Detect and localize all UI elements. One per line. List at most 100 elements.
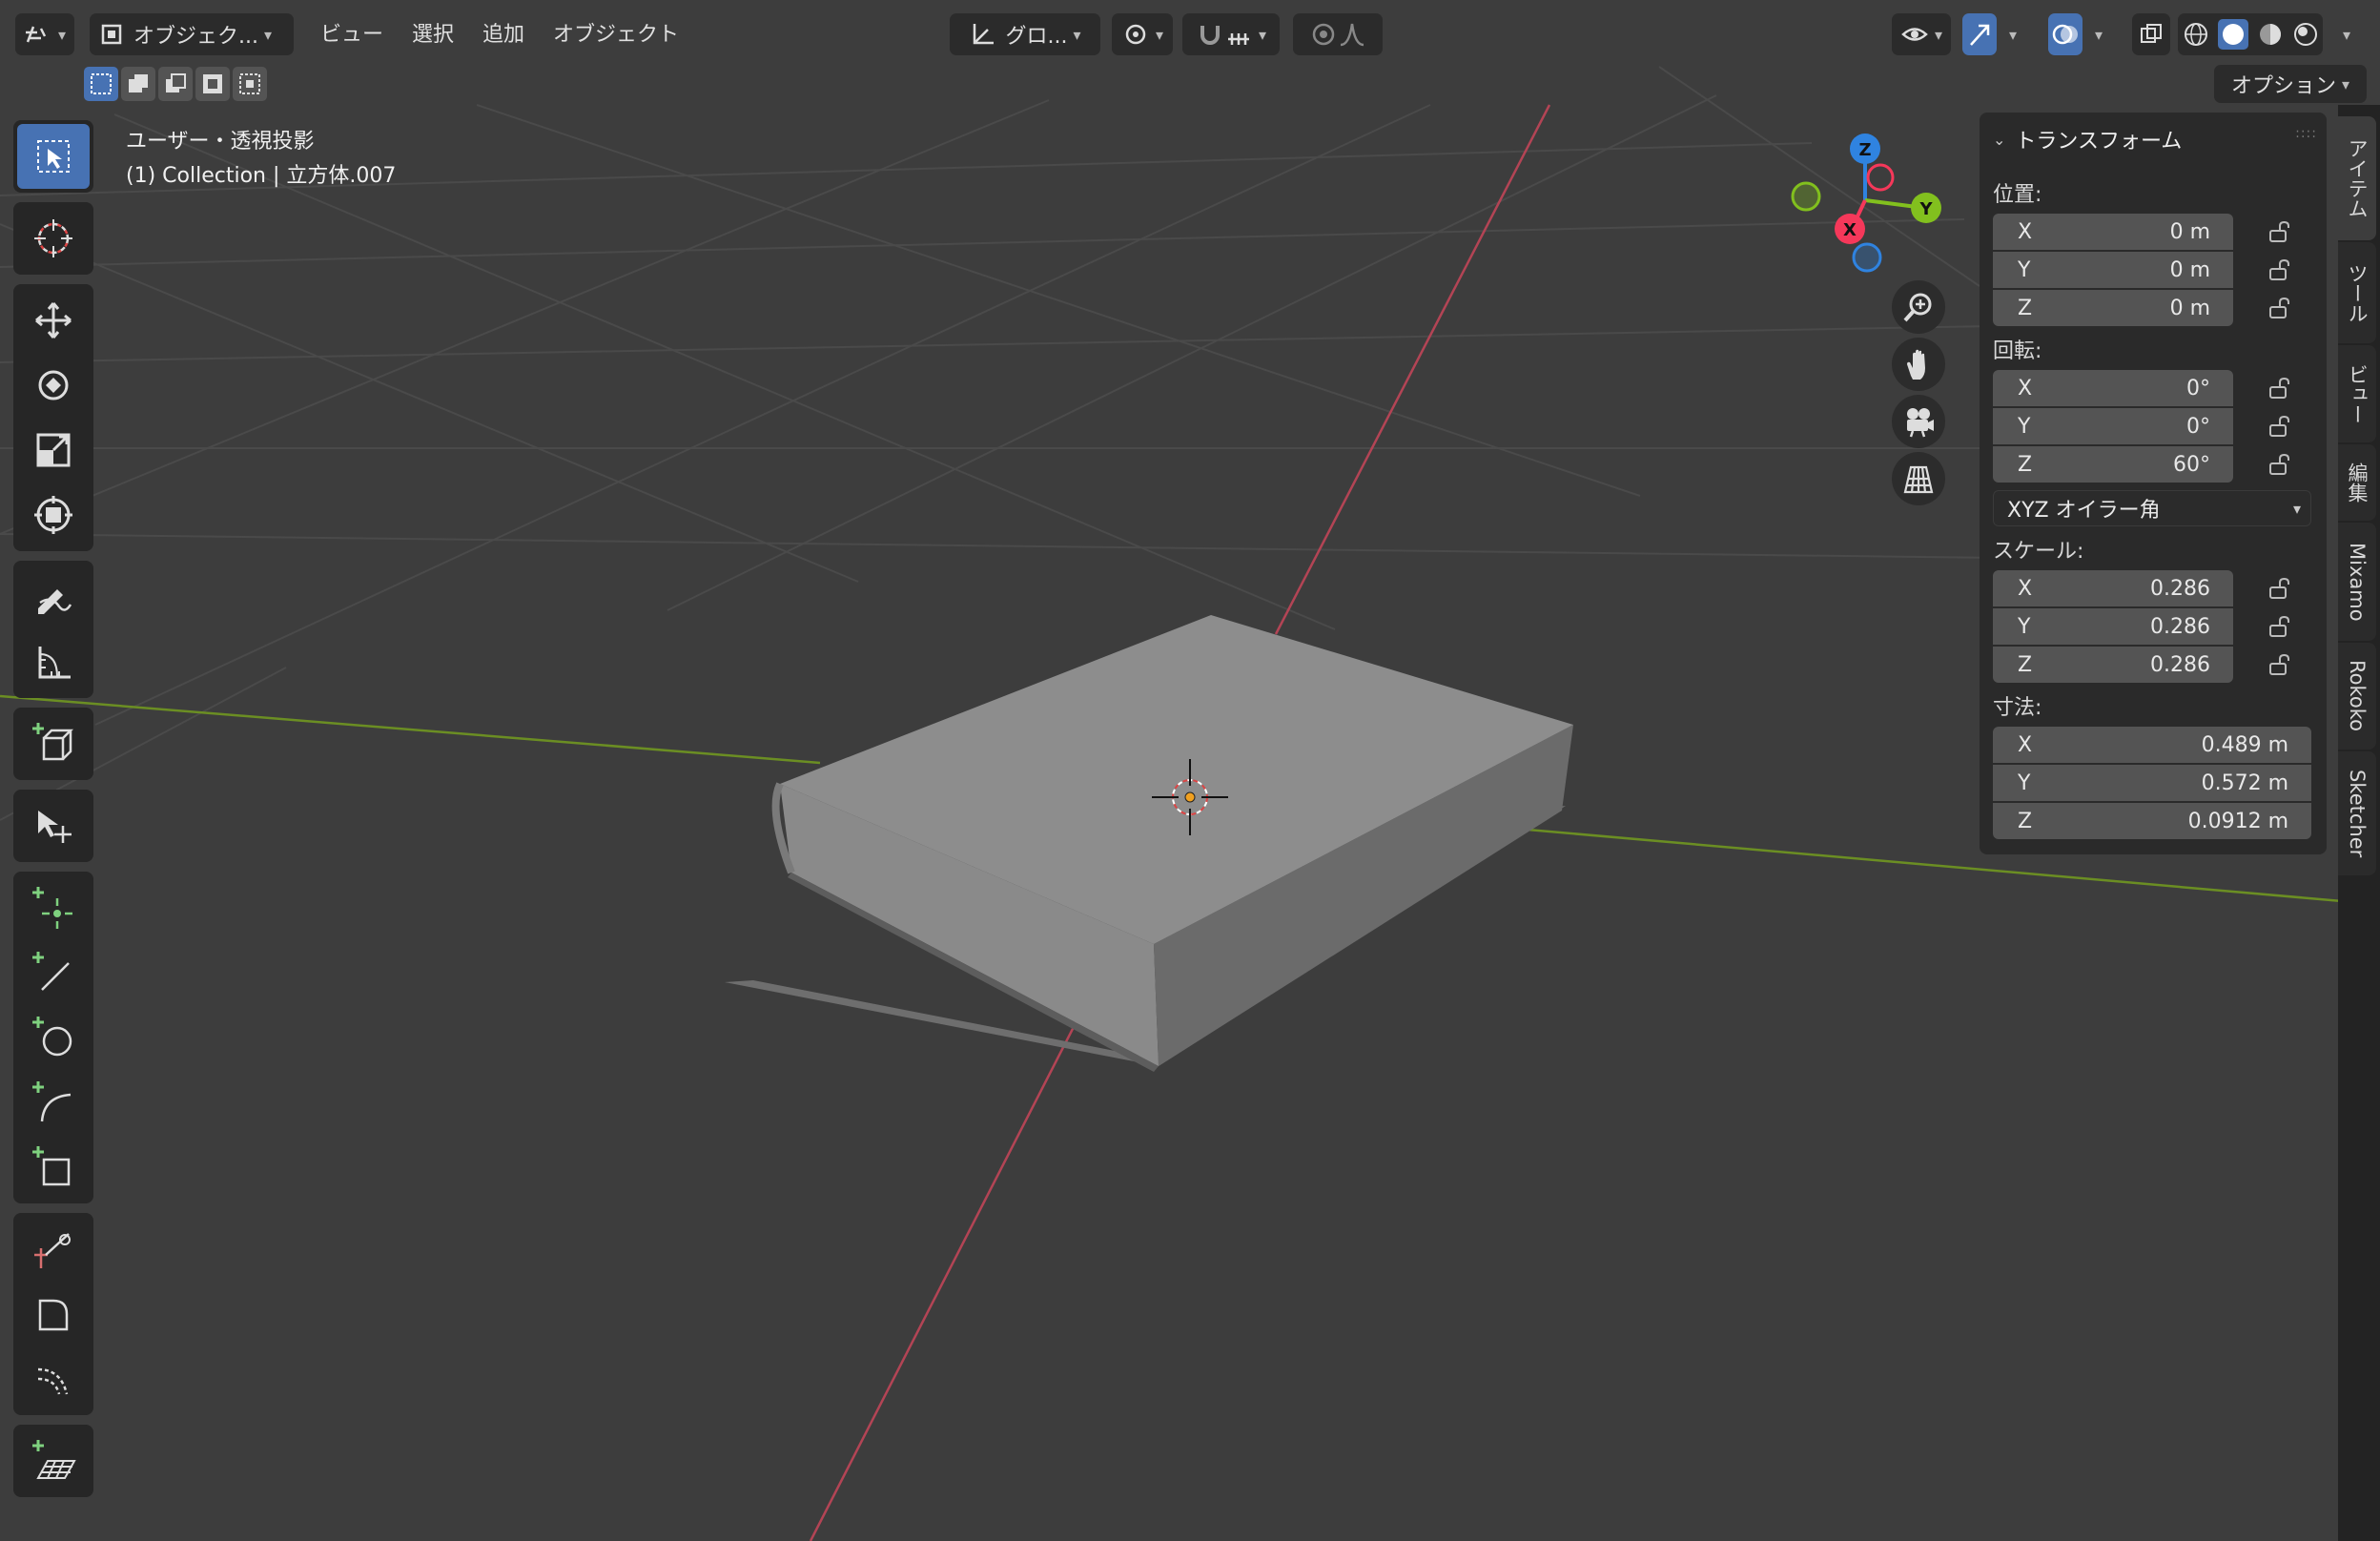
transform-panel-header[interactable]: ⌄ トランスフォーム: [1993, 124, 2182, 154]
add-arc-icon: [32, 1081, 72, 1122]
gizmo-z-label: Z: [1858, 140, 1871, 160]
rendered-shading-icon[interactable]: [2292, 21, 2319, 48]
collection-info: (1) Collection | 立方体.007: [126, 164, 397, 188]
pivot-icon: [1125, 24, 1146, 45]
tab-view[interactable]: ビュー: [2338, 345, 2376, 442]
location-y-field[interactable]: Y 0 m: [1993, 252, 2233, 288]
zoom-button[interactable]: [1892, 280, 1945, 334]
knife-tool[interactable]: [17, 1217, 90, 1282]
tab-sketcher[interactable]: Sketcher: [2338, 751, 2376, 875]
add-grid-tool[interactable]: [17, 1428, 90, 1493]
xray-toggle[interactable]: [2132, 13, 2170, 55]
options-dropdown[interactable]: オプション ▾: [2214, 65, 2367, 103]
perspective-toggle-button[interactable]: [1892, 452, 1945, 505]
measure-tool[interactable]: [17, 629, 90, 694]
pivot-point-dropdown[interactable]: ▾: [1112, 13, 1173, 55]
edit-tool-group: [13, 1213, 93, 1415]
proportional-editing-toggle[interactable]: [1293, 13, 1383, 55]
rotation-z-field[interactable]: Z 60°: [1993, 446, 2233, 483]
lock-scale-z-icon[interactable]: [2266, 650, 2294, 679]
add-vertex-tool[interactable]: [17, 875, 90, 940]
menu-view[interactable]: ビュー: [320, 17, 383, 48]
book-object[interactable]: [725, 615, 1573, 1072]
rotation-x-field[interactable]: X 0°: [1993, 370, 2233, 406]
dimensions-z-field[interactable]: Z 0.0912 m: [1993, 803, 2311, 839]
transform-orientation-dropdown[interactable]: グロ... ▾: [950, 13, 1100, 55]
scale-x-field[interactable]: X 0.286: [1993, 570, 2233, 606]
tab-item[interactable]: アイテム: [2338, 116, 2376, 240]
pan-button[interactable]: [1892, 338, 1945, 391]
lock-location-y-icon[interactable]: [2266, 256, 2294, 284]
chevron-down-icon[interactable]: ▾: [2332, 13, 2355, 55]
location-z-field[interactable]: Z 0 m: [1993, 290, 2233, 326]
add-plane-tool[interactable]: [17, 1135, 90, 1200]
rotation-mode-dropdown[interactable]: XYZ オイラー角 ▾: [1993, 490, 2311, 526]
mesh-tool-group: [13, 872, 93, 1203]
snapping-toggle[interactable]: ▾: [1182, 13, 1280, 55]
material-shading-icon[interactable]: [2257, 21, 2284, 48]
tab-rokoko[interactable]: Rokoko: [2338, 643, 2376, 750]
add-edge-tool[interactable]: [17, 940, 90, 1005]
gizmo-neg-z[interactable]: [1852, 242, 1882, 273]
overlays-toggle[interactable]: [2048, 13, 2082, 55]
tab-tool[interactable]: ツール: [2338, 242, 2376, 343]
dimensions-x-field[interactable]: X 0.489 m: [1993, 727, 2311, 763]
cursor-tool[interactable]: [17, 206, 90, 271]
add-cube-tool[interactable]: [17, 711, 90, 776]
menu-select[interactable]: 選択: [412, 17, 454, 48]
magnet-icon: [1200, 26, 1220, 45]
camera-view-button[interactable]: [1892, 395, 1945, 448]
mode-selector[interactable]: オブジェク... ▾: [90, 13, 294, 55]
location-x-field[interactable]: X 0 m: [1993, 214, 2233, 250]
select-new-mode-button[interactable]: [84, 67, 118, 101]
tab-edit[interactable]: 編集: [2338, 444, 2376, 521]
scale-y-field[interactable]: Y 0.286: [1993, 608, 2233, 645]
shear-tool[interactable]: [17, 1282, 90, 1346]
gizmo-neg-x[interactable]: [1866, 163, 1895, 192]
select-subtract-mode-button[interactable]: [158, 67, 193, 101]
lock-location-x-icon[interactable]: [2266, 217, 2294, 246]
axis-label: X: [2018, 732, 2033, 757]
lock-scale-x-icon[interactable]: [2266, 574, 2294, 603]
dimensions-y-field[interactable]: Y 0.572 m: [1993, 765, 2311, 801]
annotate-tool-group: [13, 561, 93, 698]
lock-rotation-y-icon[interactable]: [2266, 412, 2294, 441]
axis-label: X: [2018, 576, 2033, 601]
move-tool[interactable]: [17, 288, 90, 353]
menu-add[interactable]: 追加: [482, 17, 524, 48]
lock-scale-y-icon[interactable]: [2266, 612, 2294, 641]
add-circle-icon: [32, 1017, 72, 1057]
rotation-y-field[interactable]: Y 0°: [1993, 408, 2233, 444]
drag-handle-icon[interactable]: ::::: [2295, 126, 2317, 141]
annotate-tool[interactable]: [17, 565, 90, 629]
gizmo-toggle[interactable]: [1962, 13, 1997, 55]
scale-icon: [36, 433, 71, 467]
camera-icon: [1907, 408, 1934, 438]
lock-location-z-icon[interactable]: [2266, 294, 2294, 322]
solid-shading-icon[interactable]: [2217, 19, 2248, 50]
spin-tool[interactable]: [17, 1346, 90, 1411]
tab-mixamo[interactable]: Mixamo: [2338, 523, 2376, 641]
menu-object[interactable]: オブジェクト: [553, 17, 679, 48]
select-cursor-tool[interactable]: [17, 793, 90, 858]
rotate-tool[interactable]: [17, 353, 90, 418]
lock-rotation-z-icon[interactable]: [2266, 450, 2294, 479]
add-circle-tool[interactable]: [17, 1005, 90, 1070]
chevron-down-icon[interactable]: ▾: [2084, 13, 2107, 55]
scale-tool[interactable]: [17, 418, 90, 483]
visibility-dropdown[interactable]: ▾: [1892, 13, 1951, 55]
transform-tool[interactable]: [17, 483, 90, 547]
select-subtract-icon: [166, 73, 186, 92]
scale-z-field[interactable]: Z 0.286: [1993, 647, 2233, 683]
select-extend-mode-button[interactable]: [121, 67, 155, 101]
wireframe-shading-icon[interactable]: [2183, 21, 2209, 48]
add-arc-tool[interactable]: [17, 1070, 90, 1135]
navigation-gizmo[interactable]: Z Y X: [1791, 134, 1941, 273]
select-intersect-mode-button[interactable]: [233, 67, 267, 101]
lock-rotation-x-icon[interactable]: [2266, 374, 2294, 402]
select-invert-mode-button[interactable]: [195, 67, 230, 101]
field-value: 0.286: [2150, 614, 2210, 639]
select-box-tool[interactable]: [17, 124, 90, 189]
chevron-down-icon[interactable]: ▾: [1999, 13, 2021, 55]
editor-type-button[interactable]: ▾: [15, 13, 74, 55]
